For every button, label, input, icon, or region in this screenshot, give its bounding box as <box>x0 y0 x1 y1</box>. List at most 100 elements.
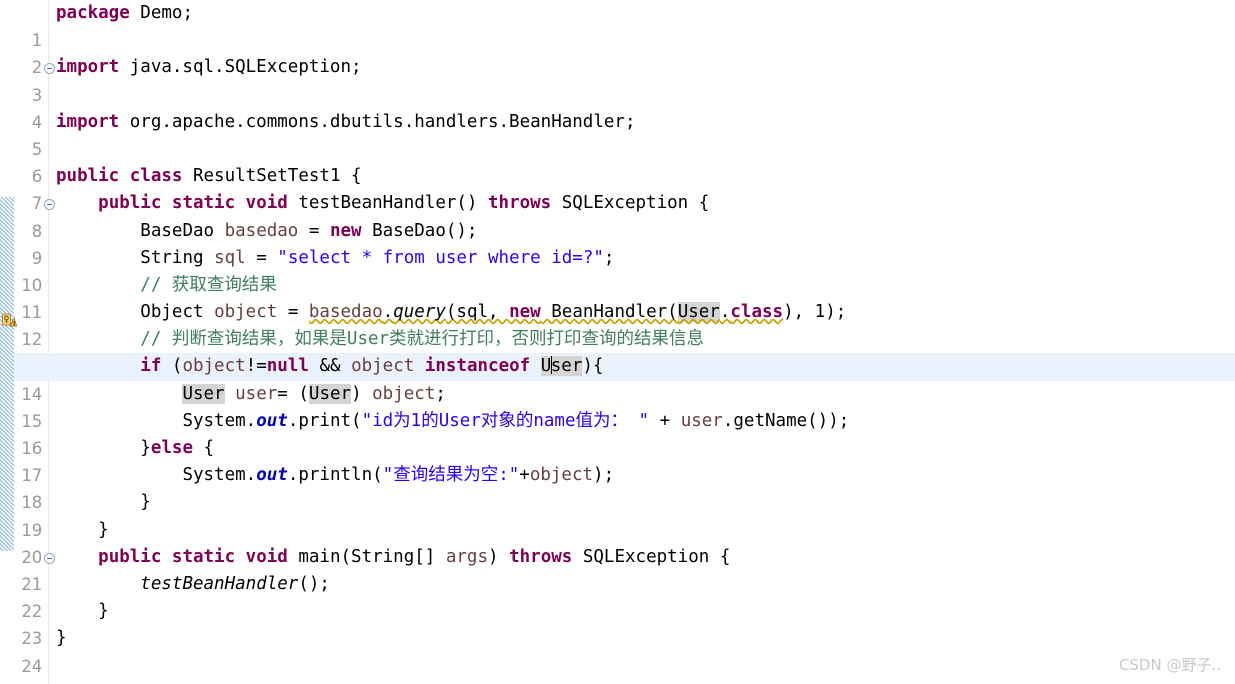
token-operator: = <box>298 220 330 241</box>
token-text: Demo; <box>129 3 193 23</box>
warning-underline-span: basedao.query(sql, new BeanHandler(User.… <box>308 302 784 323</box>
code-line[interactable]: 22 testBeanHandler(); <box>0 571 1235 621</box>
code-line[interactable]: 15 User user= (User) object; <box>0 381 1235 431</box>
code-line[interactable]: 13 // 判断查询结果，如果是User类就进行打印，否则打印查询的结果信息 <box>0 326 1235 376</box>
token-variable: user <box>235 383 278 404</box>
line-content[interactable]: public static void testBeanHandler() thr… <box>56 190 709 217</box>
token-args: ), 1); <box>783 302 847 323</box>
token-exception: SQLException { <box>572 546 731 567</box>
code-line[interactable]: 7 public class ResultSetTest1 { <box>0 163 1235 213</box>
token-occurrence-user: User <box>677 302 720 323</box>
token-static-field: out <box>256 465 288 486</box>
code-line[interactable]: 19 } <box>0 489 1235 539</box>
token-keyword: import <box>56 111 120 132</box>
code-line[interactable]: 1 package Demo; <box>0 0 1235 50</box>
code-line[interactable]: 4 <box>0 82 1235 132</box>
token-parameter: args <box>445 546 489 567</box>
code-lines[interactable]: 1 package Demo; 2 3 import java.sql.SQLE… <box>0 0 1235 684</box>
line-content[interactable]: // 获取查询结果 <box>56 272 277 299</box>
token-string: "select * from user where id=?" <box>277 247 604 268</box>
line-content[interactable]: User user= (User) object; <box>56 381 446 408</box>
fold-collapse-icon[interactable] <box>44 199 55 211</box>
token-keyword-else: else <box>150 438 193 458</box>
code-line[interactable]: 6 <box>0 136 1235 186</box>
code-line[interactable]: 23 } <box>0 598 1235 648</box>
line-content[interactable]: if (object!=null && object instanceof Us… <box>56 353 603 380</box>
fold-collapse-icon[interactable] <box>44 552 55 564</box>
line-content[interactable]: Object object = basedao.query(sql, new B… <box>56 299 846 326</box>
line-content[interactable]: } <box>56 489 151 516</box>
fold-collapse-icon[interactable] <box>44 63 55 75</box>
token-keyword-class: class <box>730 302 784 323</box>
token-keyword-instanceof: instanceof <box>414 356 541 377</box>
code-line[interactable]: 3 import java.sql.SQLException; <box>0 54 1235 104</box>
token-methodname: testBeanHandler() <box>287 193 488 214</box>
token-keyword: public <box>56 166 120 187</box>
line-content[interactable]: public class ResultSetTest1 { <box>56 163 362 190</box>
line-content[interactable]: testBeanHandler(); <box>56 571 330 598</box>
line-content[interactable]: public static void main(String[] args) t… <box>56 544 730 571</box>
token-args: BeanHandler( <box>540 302 678 323</box>
code-line-active[interactable]: 14 if (object!=null && object instanceof… <box>0 353 1235 404</box>
token-comment: // 获取查询结果 <box>140 274 277 295</box>
line-content[interactable]: BaseDao basedao = new BaseDao(); <box>56 218 477 245</box>
token-classname: ResultSetTest1 { <box>182 166 362 187</box>
token-keyword-throws: throws <box>509 546 573 567</box>
token-variable: object <box>529 465 594 486</box>
token-text: ; <box>603 247 615 268</box>
token-text: org.apache.commons.dbutils.handlers.Bean… <box>119 111 636 132</box>
token-brace: } <box>98 601 109 622</box>
code-line[interactable]: 5 import org.apache.commons.dbutils.hand… <box>0 109 1235 159</box>
code-line[interactable]: 10 String sql = "select * from user wher… <box>0 245 1235 295</box>
code-line[interactable]: 18 System.out.println("查询结果为空:"+object); <box>0 462 1235 512</box>
token-operator: = <box>245 247 278 268</box>
token-operator: = <box>277 302 309 323</box>
code-line[interactable]: 8 public static void testBeanHandler() t… <box>0 190 1235 240</box>
line-content[interactable]: } <box>56 625 67 652</box>
token-text: java.sql.SQLException; <box>119 57 362 78</box>
token-variable: sql <box>214 247 246 268</box>
code-line[interactable]: 11 // 获取查询结果 <box>0 272 1235 322</box>
line-content[interactable]: import java.sql.SQLException; <box>56 54 362 81</box>
token-static-field: out <box>256 410 288 431</box>
line-content[interactable]: } <box>56 598 109 625</box>
code-line[interactable]: 9 BaseDao basedao = new BaseDao(); <box>0 218 1235 268</box>
code-line[interactable]: 21 public static void main(String[] args… <box>0 544 1235 594</box>
line-content[interactable]: String sql = "select * from user where i… <box>56 245 614 272</box>
token-exception: SQLException { <box>551 193 710 214</box>
token-comment: // 判断查询结果，如果是User类就进行打印，否则打印查询的结果信息 <box>140 329 705 350</box>
token-constructor: BaseDao(); <box>361 220 478 241</box>
line-content[interactable]: import org.apache.commons.dbutils.handle… <box>56 109 635 136</box>
line-content[interactable]: // 判断查询结果，如果是User类就进行打印，否则打印查询的结果信息 <box>56 326 704 353</box>
warning-icon[interactable] <box>1 312 18 328</box>
line-content[interactable]: }else { <box>56 435 214 462</box>
line-content[interactable]: System.out.println("查询结果为空:"+object); <box>56 462 614 489</box>
token-user-suffix: ser <box>550 356 583 377</box>
token-string: "查询结果为空:" <box>382 465 520 486</box>
token-variable: object <box>214 302 278 323</box>
token-brace: } <box>98 519 109 540</box>
code-line[interactable]: 24 } <box>0 625 1235 675</box>
code-line[interactable]: 17 }else { <box>0 435 1235 485</box>
token-type: Object <box>140 302 215 323</box>
code-editor[interactable]: 1 package Demo; 2 3 import java.sql.SQLE… <box>0 0 1235 684</box>
token-keyword-throws: throws <box>488 193 552 214</box>
line-number: 24 <box>21 656 42 676</box>
line-content[interactable]: } <box>56 517 109 544</box>
token-variable: basedao <box>224 220 299 241</box>
token-method-call: print( <box>298 410 362 431</box>
token-operator: && <box>308 356 352 377</box>
token-brace: } <box>56 628 67 649</box>
code-line[interactable]: 12 Object object = basedao.query(sql, ne… <box>0 299 1235 349</box>
line-content[interactable]: package Demo; <box>56 0 193 27</box>
code-line[interactable]: 16 System.out.print("id为1的User对象的name值为：… <box>0 408 1235 458</box>
token-keyword-if: if <box>140 356 162 377</box>
code-line[interactable]: 20 } <box>0 517 1235 567</box>
token-keyword-null: null <box>266 356 309 377</box>
token-keyword: package <box>56 3 130 23</box>
line-content[interactable]: System.out.print("id为1的User对象的name值为： " … <box>56 408 849 435</box>
csdn-watermark: CSDN @野子.. <box>1118 656 1221 674</box>
code-line[interactable]: 2 <box>0 27 1235 77</box>
token-brace: } <box>140 492 151 513</box>
token-modifiers: public static void <box>98 546 288 567</box>
